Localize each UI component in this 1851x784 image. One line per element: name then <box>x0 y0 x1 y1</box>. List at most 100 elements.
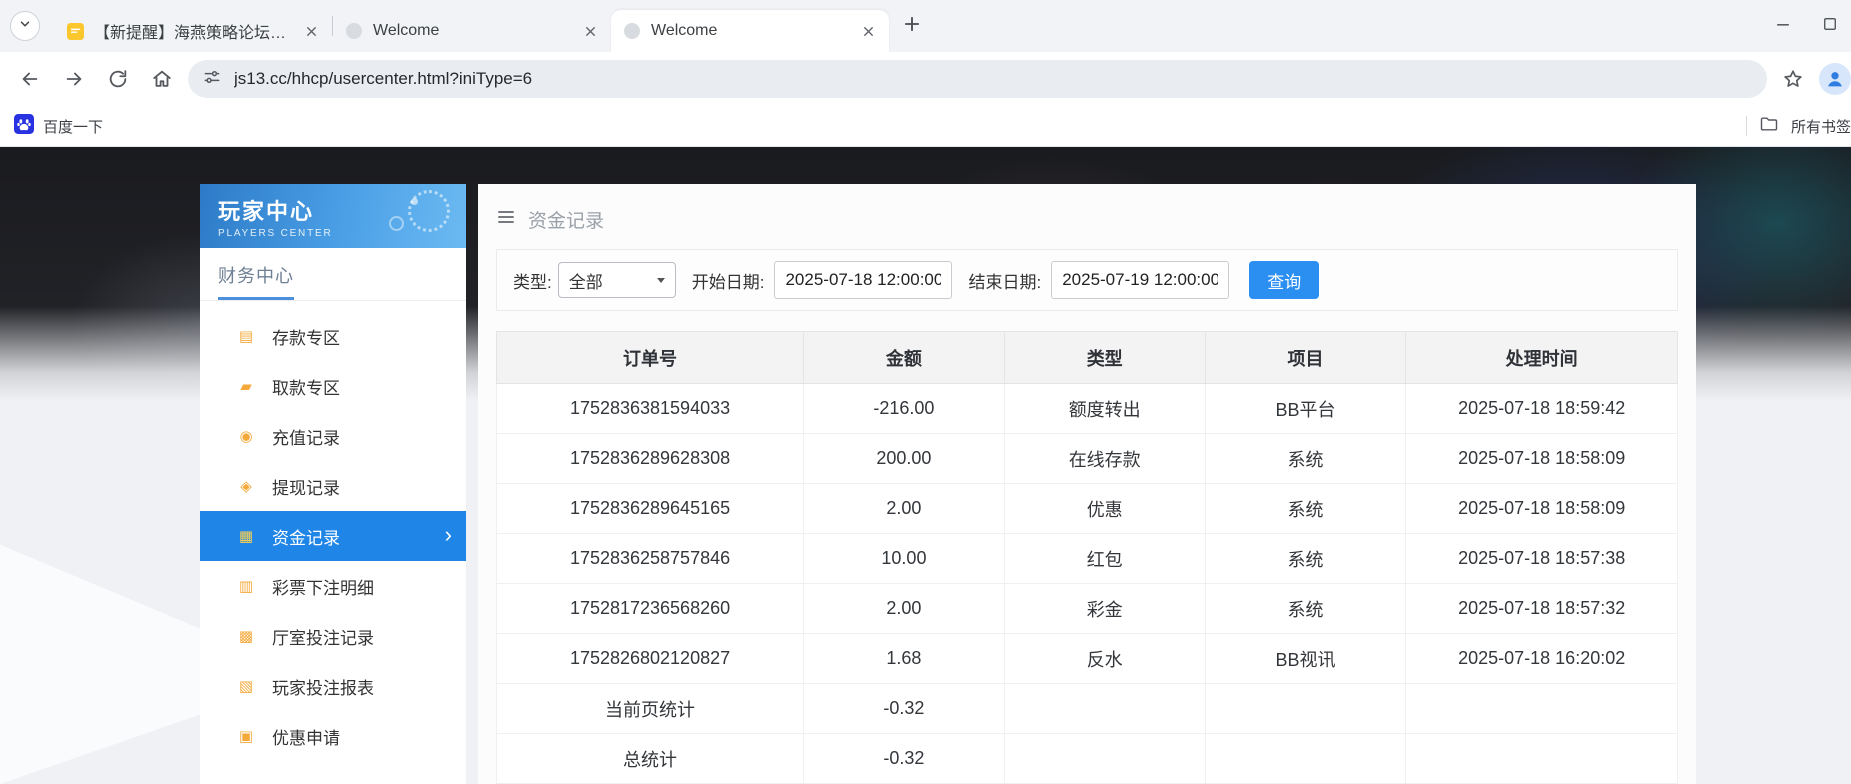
table-cell: 1752836289645165 <box>497 484 804 534</box>
welcome-favicon-icon <box>623 22 641 40</box>
tab-welcome-2-active[interactable]: Welcome <box>611 10 889 52</box>
sidebar-item-promo-application[interactable]: ▣ 优惠申请 <box>200 711 466 761</box>
sidebar-item-lottery-bet-details[interactable]: ▥ 彩票下注明细 <box>200 561 466 611</box>
forward-button[interactable] <box>56 61 92 97</box>
table-cell: BB视讯 <box>1205 634 1406 684</box>
tab-title: Welcome <box>651 22 849 40</box>
deposit-card-icon: ▤ <box>236 327 256 345</box>
bookmarks-bar: 百度一下 所有书签 <box>0 106 1851 147</box>
sidebar-item-deposit-zone[interactable]: ▤ 存款专区 <box>200 311 466 361</box>
refresh-button[interactable] <box>100 61 136 97</box>
baidu-favicon-icon <box>14 114 34 138</box>
web-page: 玩家中心 PLAYERS CENTER 财务中心 ▤ 存款专区 ▰ 取款专区 <box>0 147 1851 784</box>
sidebar-section-wrap: 财务中心 <box>200 248 466 301</box>
hamburger-menu-icon[interactable] <box>496 207 516 232</box>
start-date-label: 开始日期: <box>692 268 765 293</box>
site-info-icon[interactable] <box>202 67 222 92</box>
tab-close-icon[interactable] <box>302 22 320 40</box>
bookmark-star-icon[interactable] <box>1775 61 1811 97</box>
table-cell: 系统 <box>1205 484 1406 534</box>
fund-records-icon: ▦ <box>236 527 256 545</box>
start-date-input[interactable] <box>774 261 952 299</box>
tab-close-icon[interactable] <box>859 22 877 40</box>
table-cell: -216.00 <box>804 384 1005 434</box>
type-select[interactable]: 全部 <box>558 262 676 298</box>
table-cell: 2.00 <box>804 484 1005 534</box>
table-cell: 1752836258757846 <box>497 534 804 584</box>
url-bar[interactable]: js13.cc/hhcp/usercenter.html?iniType=6 <box>188 60 1767 98</box>
table-cell: 优惠 <box>1004 484 1205 534</box>
sidebar-item-label: 彩票下注明细 <box>272 574 374 599</box>
recharge-coin-icon: ◉ <box>236 427 256 445</box>
profile-avatar[interactable] <box>1819 63 1851 95</box>
tab-search-button[interactable] <box>10 11 40 41</box>
table-cell: BB平台 <box>1205 384 1406 434</box>
table-cell: 2025-07-18 16:20:02 <box>1406 634 1678 684</box>
sidebar-item-hall-bet-records[interactable]: ▩ 厅室投注记录 <box>200 611 466 661</box>
sidebar-menu: ▤ 存款专区 ▰ 取款专区 ◉ 充值记录 ◈ 提现记录 ▦ 资金记录 <box>200 301 466 761</box>
table-cell: 当前页统计 <box>497 684 804 734</box>
sidebar-item-label: 充值记录 <box>272 424 340 449</box>
forum-favicon-icon <box>66 22 84 40</box>
table-cell: 红包 <box>1004 534 1205 584</box>
sidebar-item-fund-records[interactable]: ▦ 资金记录 › <box>200 511 466 561</box>
table-cell: 2025-07-18 18:57:32 <box>1406 584 1678 634</box>
table-row: 17528268021208271.68反水BB视讯2025-07-18 16:… <box>497 634 1678 684</box>
plus-icon <box>903 15 921 38</box>
tab-welcome-1[interactable]: Welcome <box>333 10 611 52</box>
folder-icon[interactable] <box>1759 114 1779 139</box>
sidebar-section-finance[interactable]: 财务中心 <box>218 262 294 300</box>
decor-circle <box>389 216 404 231</box>
table-cell: 总统计 <box>497 734 804 784</box>
minimize-button[interactable] <box>1773 14 1793 39</box>
end-date-label: 结束日期: <box>968 268 1041 293</box>
sidebar-item-player-bet-report[interactable]: ▧ 玩家投注报表 <box>200 661 466 711</box>
table-cell: 1.68 <box>804 634 1005 684</box>
table-cell <box>1406 684 1678 734</box>
page-title: 资金记录 <box>528 206 604 233</box>
new-tab-button[interactable] <box>897 11 927 41</box>
fund-records-table: 订单号金额类型项目处理时间 1752836381594033-216.00额度转… <box>496 331 1678 784</box>
table-cell <box>1205 734 1406 784</box>
table-cell: 额度转出 <box>1004 384 1205 434</box>
bookmark-label: 百度一下 <box>43 116 103 137</box>
withdrawal-coin-icon: ◈ <box>236 477 256 495</box>
decor-circle <box>411 198 418 205</box>
sidebar-item-recharge-records[interactable]: ◉ 充值记录 <box>200 411 466 461</box>
sidebar-item-withdrawal-records[interactable]: ◈ 提现记录 <box>200 461 466 511</box>
chevron-down-icon <box>657 278 665 283</box>
sidebar-item-label: 取款专区 <box>272 374 340 399</box>
tab-forum[interactable]: 【新提醒】海燕策略论坛综合av <box>54 10 332 52</box>
table-cell <box>1004 684 1205 734</box>
promo-gift-icon: ▣ <box>236 727 256 745</box>
table-header-row: 订单号金额类型项目处理时间 <box>497 332 1678 384</box>
sidebar-item-label: 资金记录 <box>272 524 340 549</box>
bookmark-baidu[interactable]: 百度一下 <box>14 114 103 138</box>
column-header: 项目 <box>1205 332 1406 384</box>
player-center-sidebar: 玩家中心 PLAYERS CENTER 财务中心 ▤ 存款专区 ▰ 取款专区 <box>200 184 466 784</box>
all-bookmarks-label[interactable]: 所有书签 <box>1791 116 1851 137</box>
hall-grid-icon: ▩ <box>236 627 256 645</box>
welcome-favicon-icon <box>345 22 363 40</box>
table-cell: 1752817236568260 <box>497 584 804 634</box>
search-button[interactable]: 查询 <box>1249 261 1319 299</box>
bookmarks-bar-right: 所有书签 <box>1746 106 1851 146</box>
sidebar-item-label: 玩家投注报表 <box>272 674 374 699</box>
table-row: 17528172365682602.00彩金系统2025-07-18 18:57… <box>497 584 1678 634</box>
back-button[interactable] <box>12 61 48 97</box>
table-cell: 2025-07-18 18:58:09 <box>1406 484 1678 534</box>
column-header: 处理时间 <box>1406 332 1678 384</box>
maximize-button[interactable] <box>1821 15 1839 38</box>
home-button[interactable] <box>144 61 180 97</box>
tab-close-icon[interactable] <box>581 22 599 40</box>
end-date-input[interactable] <box>1051 261 1229 299</box>
sidebar-item-label: 存款专区 <box>272 324 340 349</box>
column-header: 类型 <box>1004 332 1205 384</box>
bookmarks-divider <box>1746 116 1747 136</box>
panel-header: 资金记录 <box>478 184 1696 249</box>
sidebar-item-withdraw-zone[interactable]: ▰ 取款专区 <box>200 361 466 411</box>
type-label: 类型: <box>513 268 552 293</box>
table-cell: 在线存款 <box>1004 434 1205 484</box>
sidebar-item-label: 提现记录 <box>272 474 340 499</box>
decor-circle <box>408 190 450 232</box>
